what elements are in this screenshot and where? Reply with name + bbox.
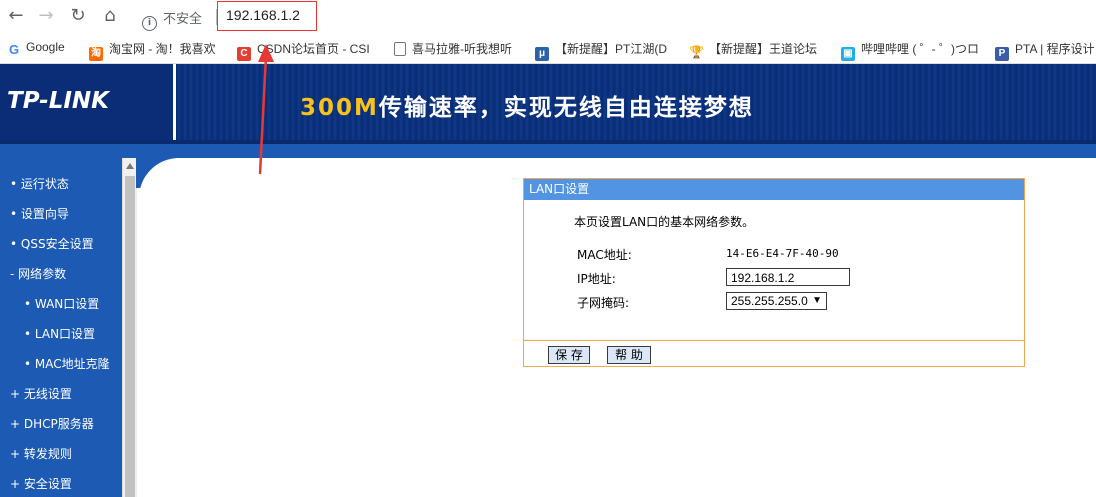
taobao-icon: 淘 (89, 47, 103, 61)
info-icon: i (142, 16, 157, 31)
bookmark-ximalaya[interactable]: 喜马拉雅-听我想听 (394, 40, 512, 57)
home-icon[interactable]: ⌂ (98, 4, 122, 28)
mac-value: 14-E6-E4-7F-40-90 (726, 247, 839, 260)
content-corner (136, 158, 199, 218)
bookmark-pta[interactable]: P PTA | 程序设计 (995, 40, 1095, 61)
bookmark-label: Google (26, 40, 65, 54)
bookmarks-bar: G Google 淘淘宝网 - 淘！我喜欢 C CSDN论坛首页 - CSI 喜马拉… (0, 33, 1096, 64)
security-label: 不安全 (163, 12, 203, 27)
subnet-mask-value: 255.255.255.0 (731, 294, 808, 308)
sidebar-item-wan[interactable]: • WAN口设置 (24, 295, 99, 312)
ip-label: IP地址: (577, 272, 616, 286)
banner-slogan: 300M传输速率，实现无线自由连接梦想 (300, 88, 754, 122)
sidebar-item-qss[interactable]: • QSS安全设置 (10, 235, 94, 252)
back-icon[interactable]: ← (4, 4, 28, 28)
header-banner: TP-LINK 300M传输速率，实现无线自由连接梦想 (0, 64, 1096, 144)
mac-label: MAC地址: (577, 248, 632, 262)
bookmark-label: 喜马拉雅-听我想听 (412, 42, 512, 56)
sidebar-item-security[interactable]: + 安全设置 (10, 475, 72, 492)
bilibili-icon: ▣ (841, 47, 855, 61)
sidebar-item-forwarding[interactable]: + 转发规则 (10, 445, 72, 462)
logo-text: TP-LINK (7, 88, 109, 114)
banner-divider (0, 144, 1096, 158)
browser-toolbar: ← → ↻ ⌂ i 不安全 192.168.1.2 (0, 0, 1096, 33)
pta-icon: P (995, 47, 1009, 61)
sidebar-scrollbar[interactable] (122, 158, 137, 497)
lan-settings-panel: LAN口设置 本页设置LAN口的基本网络参数。 MAC地址: 14-E6-E4-… (523, 178, 1025, 367)
help-button[interactable]: 帮 助 (607, 346, 651, 364)
sidebar-item-wireless[interactable]: + 无线设置 (10, 385, 72, 402)
sidebar-item-wizard[interactable]: • 设置向导 (10, 205, 69, 222)
reload-icon[interactable]: ↻ (66, 4, 90, 28)
slogan-highlight: 300M (300, 95, 379, 121)
subnet-mask-select[interactable]: 255.255.255.0 ▼ (726, 292, 827, 310)
bookmark-google[interactable]: G Google (8, 40, 65, 57)
slogan-text: 传输速率，实现无线自由连接梦想 (378, 95, 754, 121)
chevron-down-icon: ▼ (812, 295, 822, 306)
save-button[interactable]: 保 存 (548, 346, 590, 364)
tp-link-logo: TP-LINK (0, 64, 176, 140)
sidebar-item-dhcp[interactable]: + DHCP服务器 (10, 415, 94, 432)
panel-footer-divider (524, 340, 1024, 341)
bookmark-pt[interactable]: μ 【新提醒】PT江湖(D (535, 40, 667, 61)
bookmark-bilibili[interactable]: ▣ 哔哩哔哩 ( ゜- ゜)つロ (841, 40, 979, 61)
bookmark-label: 【新提醒】王道论坛 (709, 42, 818, 56)
pt-icon: μ (535, 47, 549, 61)
sidebar-item-mac-clone[interactable]: • MAC地址克隆 (24, 355, 110, 372)
panel-title: LAN口设置 (524, 179, 1024, 200)
panel-description: 本页设置LAN口的基本网络参数。 (574, 215, 755, 229)
sidebar-item-lan[interactable]: • LAN口设置 (24, 325, 95, 342)
bookmark-label: PTA | 程序设计 (1015, 42, 1095, 56)
scroll-up-icon[interactable] (126, 163, 134, 169)
mask-label: 子网掩码: (577, 296, 630, 310)
address-bar[interactable]: 192.168.1.2 (226, 7, 300, 23)
bookmark-label: 【新提醒】PT江湖(D (555, 42, 667, 56)
bookmark-csdn[interactable]: C CSDN论坛首页 - CSI (237, 40, 370, 61)
ip-address-input[interactable]: 192.168.1.2 (726, 268, 850, 286)
sidebar-item-network[interactable]: - 网络参数 (10, 265, 66, 282)
bookmark-label: 哔哩哔哩 ( ゜- ゜)つロ (861, 42, 979, 56)
bookmark-wangdao[interactable]: 🏆 【新提醒】王道论坛 (689, 40, 817, 59)
forward-icon[interactable]: → (34, 4, 58, 28)
google-icon: G (8, 42, 20, 57)
trophy-icon: 🏆 (689, 45, 704, 59)
sidebar-item-status[interactable]: • 运行状态 (10, 175, 69, 192)
page-icon (394, 42, 406, 56)
sidebar-menu: • 运行状态 • 设置向导 • QSS安全设置 - 网络参数 • WAN口设置 … (0, 158, 122, 497)
scroll-thumb[interactable] (125, 176, 135, 497)
security-indicator[interactable]: i 不安全 (142, 8, 202, 31)
bookmark-label: CSDN论坛首页 - CSI (257, 42, 370, 56)
bookmark-label: 淘宝网 - 淘！我喜欢 (109, 42, 216, 56)
bookmark-taobao[interactable]: 淘淘宝网 - 淘！我喜欢 (89, 40, 216, 61)
csdn-icon: C (237, 47, 251, 61)
